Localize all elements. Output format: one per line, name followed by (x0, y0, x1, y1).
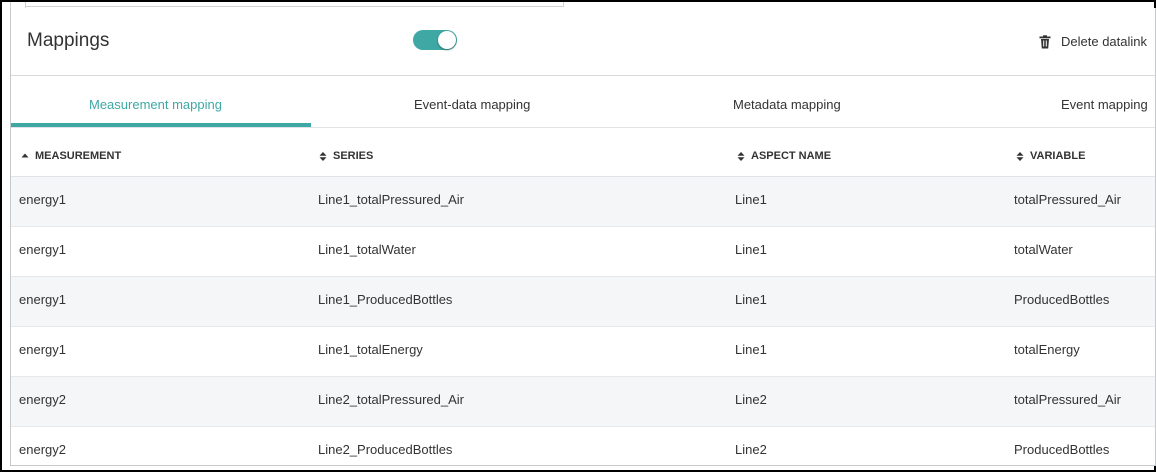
cell-measurement: energy2 (19, 392, 66, 407)
cell-variable: ProducedBottles (1014, 442, 1110, 457)
table-row[interactable]: energy1 Line1_ProducedBottles Line1 Prod… (11, 277, 1155, 327)
cell-variable: totalWater (1014, 242, 1073, 257)
tab-measurement-mapping[interactable]: Measurement mapping (89, 97, 222, 112)
table-row[interactable]: energy2 Line2_totalPressured_Air Line2 t… (11, 377, 1155, 427)
cell-series: Line2_ProducedBottles (318, 442, 453, 457)
cell-series: Line1_totalWater (318, 242, 416, 257)
cell-measurement: energy2 (19, 442, 66, 457)
tab-event-data-mapping[interactable]: Event-data mapping (414, 97, 530, 112)
tab-event-mapping[interactable]: Event mapping (1061, 97, 1148, 112)
sort-both-icon (1016, 151, 1024, 161)
table-row[interactable]: energy1 Line1_totalWater Line1 totalWate… (11, 227, 1155, 277)
delete-datalink-button[interactable]: Delete datalink (1038, 34, 1147, 49)
sort-both-icon (737, 151, 745, 161)
cell-measurement: energy1 (19, 292, 66, 307)
page-title: Mappings (27, 30, 110, 51)
cell-variable: totalPressured_Air (1014, 392, 1121, 407)
column-label: SERIES (333, 150, 374, 162)
column-header-measurement[interactable]: MEASUREMENT (21, 150, 121, 162)
cell-variable: totalPressured_Air (1014, 192, 1121, 207)
column-label: VARIABLE (1030, 150, 1086, 162)
active-tab-indicator (11, 123, 311, 127)
column-header-variable[interactable]: VARIABLE (1016, 150, 1085, 162)
column-header-series[interactable]: SERIES (319, 150, 373, 162)
cell-series: Line1_totalEnergy (318, 342, 423, 357)
card-header: Mappings Delete datalink (11, 8, 1155, 76)
delete-datalink-label: Delete datalink (1061, 34, 1147, 49)
cell-series: Line1_totalPressured_Air (318, 192, 464, 207)
cell-measurement: energy1 (19, 342, 66, 357)
cell-aspect-name: Line2 (735, 392, 767, 407)
mapping-tabs: Measurement mapping Event-data mapping M… (11, 76, 1155, 128)
cell-series: Line2_totalPressured_Air (318, 392, 464, 407)
table-row[interactable]: energy2 Line2_ProducedBottles Line2 Prod… (11, 427, 1155, 465)
toggle-knob (438, 31, 456, 49)
cell-measurement: energy1 (19, 192, 66, 207)
mapping-toggle[interactable] (413, 30, 457, 50)
table-row[interactable]: energy1 Line1_totalPressured_Air Line1 t… (11, 177, 1155, 227)
cell-variable: ProducedBottles (1014, 292, 1110, 307)
table-row[interactable]: energy1 Line1_totalEnergy Line1 totalEne… (11, 327, 1155, 377)
mappings-card: Mappings Delete datalink Measurement map… (10, 8, 1156, 466)
divider (563, 2, 564, 7)
cell-aspect-name: Line1 (735, 292, 767, 307)
column-header-aspect-name[interactable]: ASPECT NAME (737, 150, 831, 162)
sort-both-icon (319, 151, 327, 161)
cell-series: Line1_ProducedBottles (318, 292, 453, 307)
divider (25, 6, 563, 7)
column-label: MEASUREMENT (35, 150, 122, 162)
window-frame: Mappings Delete datalink Measurement map… (0, 0, 1156, 472)
tab-metadata-mapping[interactable]: Metadata mapping (733, 97, 841, 112)
cell-aspect-name: Line1 (735, 242, 767, 257)
sort-asc-icon (21, 153, 29, 157)
cell-aspect-name: Line1 (735, 342, 767, 357)
trash-icon (1039, 34, 1051, 48)
cell-variable: totalEnergy (1014, 342, 1080, 357)
cell-aspect-name: Line1 (735, 192, 767, 207)
table-header: MEASUREMENT SERIES ASPECT NAME VARIABLE (11, 129, 1155, 177)
cell-measurement: energy1 (19, 242, 66, 257)
cell-aspect-name: Line2 (735, 442, 767, 457)
column-label: ASPECT NAME (751, 150, 832, 162)
